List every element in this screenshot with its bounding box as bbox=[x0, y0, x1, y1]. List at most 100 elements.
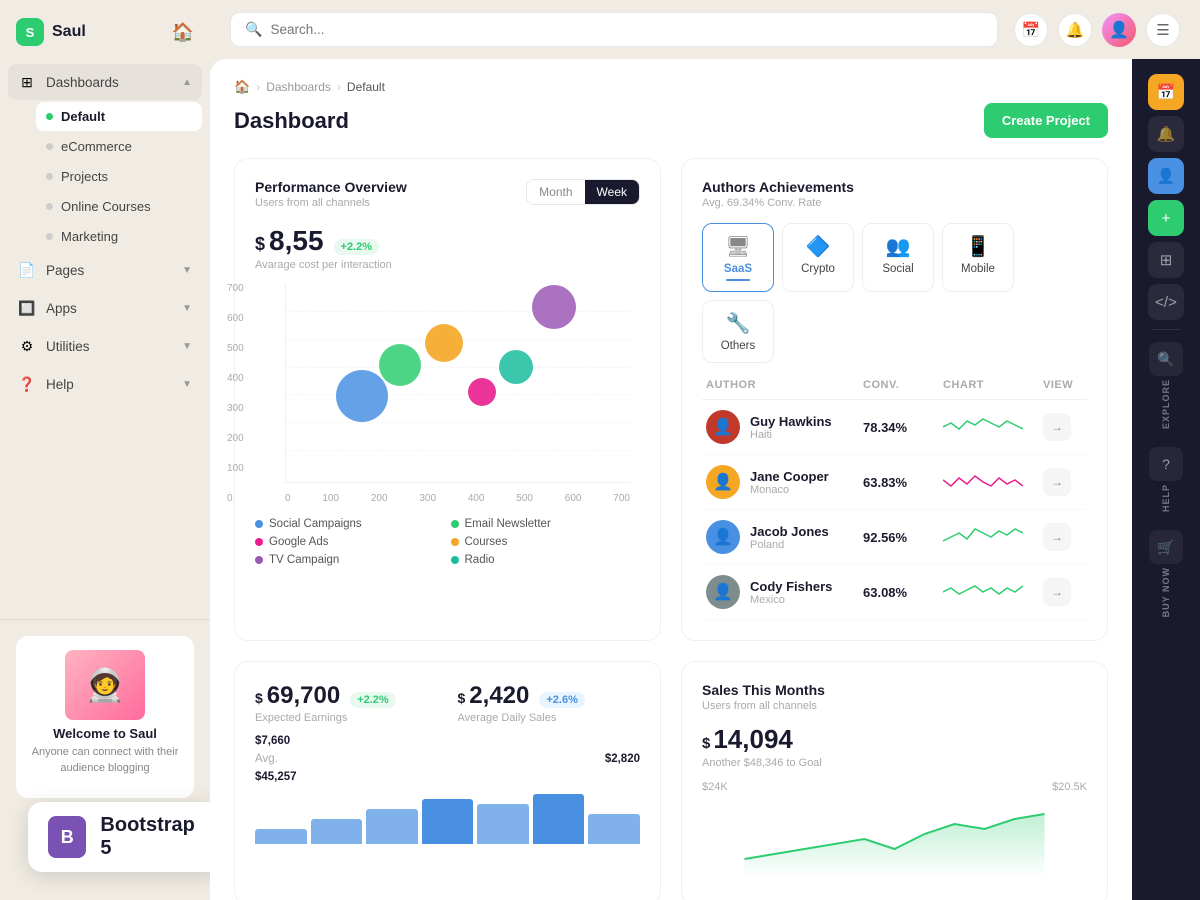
create-project-button[interactable]: Create Project bbox=[984, 103, 1108, 138]
sidebar-item-projects[interactable]: Projects bbox=[36, 162, 202, 191]
tab-social[interactable]: 👥 Social bbox=[862, 223, 934, 292]
view-button[interactable]: → bbox=[1043, 578, 1071, 606]
table-row: 👤 Jane Cooper Monaco 63.83% → bbox=[702, 455, 1087, 510]
author-country: Monaco bbox=[750, 484, 829, 496]
projects-label: Projects bbox=[61, 169, 108, 184]
num-val2: $2,820 bbox=[605, 753, 640, 765]
performance-card: Performance Overview Users from all chan… bbox=[234, 158, 661, 641]
others-label: Others bbox=[721, 340, 756, 352]
rs-grid-btn[interactable]: ⊞ bbox=[1148, 242, 1184, 278]
pages-label: Pages bbox=[46, 263, 84, 278]
sidebar-item-apps[interactable]: 🔲 Apps ▼ bbox=[8, 290, 202, 326]
earn-value1: 69,700 bbox=[267, 682, 340, 710]
earn-currency2: $ bbox=[458, 690, 466, 706]
dashboards-label: Dashboards bbox=[46, 75, 119, 90]
legend-email-label: Email Newsletter bbox=[465, 518, 551, 530]
sidebar-item-ecommerce[interactable]: eCommerce bbox=[36, 132, 202, 161]
sidebar-item-default[interactable]: Default bbox=[36, 102, 202, 131]
explore-action[interactable]: 🔍 Explore bbox=[1149, 336, 1183, 441]
conv-value: 92.56% bbox=[863, 530, 943, 545]
legend-email: Email Newsletter bbox=[451, 518, 641, 530]
sales-amount: $ 14,094 bbox=[702, 724, 1087, 755]
help-icon: ? bbox=[1149, 447, 1183, 481]
bubble-social bbox=[336, 370, 388, 422]
welcome-subtitle: Anyone can connect with their audience b… bbox=[30, 745, 180, 776]
logo-icon: S bbox=[16, 18, 44, 46]
utilities-label: Utilities bbox=[46, 339, 90, 354]
user-avatar[interactable]: 👤 bbox=[1102, 13, 1136, 47]
crypto-icon: 🔷 bbox=[806, 234, 831, 259]
metric-number: 8,55 bbox=[269, 225, 324, 257]
tab-saas[interactable]: 🖥 SaaS bbox=[702, 223, 774, 292]
buynow-action[interactable]: 🛒 Buy now bbox=[1149, 524, 1183, 629]
pages-icon: 📄 bbox=[18, 261, 36, 279]
earn-badge2: +2.6% bbox=[539, 692, 585, 708]
tab-crypto[interactable]: 🔷 Crypto bbox=[782, 223, 854, 292]
search-input[interactable] bbox=[270, 22, 983, 37]
sidebar-item-online-courses[interactable]: Online Courses bbox=[36, 192, 202, 221]
view-button[interactable]: → bbox=[1043, 413, 1071, 441]
topbar-bell-btn[interactable]: 🔔 bbox=[1058, 13, 1092, 47]
sidebar-header: S Saul 🏠 bbox=[0, 0, 210, 64]
num-val3: $45,257 bbox=[255, 771, 297, 783]
pin-icon[interactable]: 🏠 bbox=[172, 22, 194, 43]
metric-value: $ 8,55 +2.2% bbox=[255, 225, 379, 257]
sidebar-item-marketing[interactable]: Marketing bbox=[36, 222, 202, 251]
metric-badge: +2.2% bbox=[334, 239, 380, 255]
table-row: 👤 Cody Fishers Mexico 63.08% → bbox=[702, 565, 1087, 620]
sales-title: Sales This Months bbox=[702, 682, 1087, 698]
rs-code-btn[interactable]: </> bbox=[1148, 284, 1184, 320]
tab-others[interactable]: 🔧 Others bbox=[702, 300, 774, 363]
rs-plus-btn[interactable]: + bbox=[1148, 200, 1184, 236]
view-button[interactable]: → bbox=[1043, 523, 1071, 551]
topbar: 🔍 📅 🔔 👤 ☰ bbox=[210, 0, 1200, 59]
tab-mobile[interactable]: 📱 Mobile bbox=[942, 223, 1014, 292]
social-label: Social bbox=[882, 263, 913, 275]
earnings-row: $ 69,700 +2.2% Expected Earnings $ 2,420… bbox=[255, 682, 640, 724]
content-main: 🏠 › Dashboards › Default Dashboard Creat… bbox=[210, 59, 1132, 900]
dot-icon bbox=[46, 233, 53, 240]
topbar-menu-btn[interactable]: ☰ bbox=[1146, 13, 1180, 47]
bootstrap-label: Bootstrap 5 bbox=[100, 814, 202, 860]
search-box[interactable]: 🔍 bbox=[230, 12, 998, 47]
help-label: Help bbox=[46, 377, 74, 392]
author-name: Cody Fishers bbox=[750, 579, 832, 594]
author-country: Haiti bbox=[750, 429, 832, 441]
welcome-title: Welcome to Saul bbox=[30, 726, 180, 741]
rs-user-btn[interactable]: 👤 bbox=[1148, 158, 1184, 194]
dot-icon bbox=[46, 173, 53, 180]
breadcrumb-dashboards[interactable]: Dashboards bbox=[266, 80, 331, 94]
marketing-label: Marketing bbox=[61, 229, 118, 244]
view-button[interactable]: → bbox=[1043, 468, 1071, 496]
apps-label: Apps bbox=[46, 301, 77, 316]
period-week-btn[interactable]: Week bbox=[585, 180, 639, 204]
bootstrap-icon: B bbox=[48, 816, 86, 858]
home-icon[interactable]: 🏠 bbox=[234, 79, 250, 95]
conv-rate: Avg. 69.34% Conv. Rate bbox=[702, 197, 854, 209]
chevron-down-icon: ▼ bbox=[182, 341, 192, 352]
sidebar-item-pages[interactable]: 📄 Pages ▼ bbox=[8, 252, 202, 288]
bar bbox=[422, 799, 474, 844]
help-action[interactable]: ? Help bbox=[1149, 441, 1183, 524]
earn-currency1: $ bbox=[255, 690, 263, 706]
sparkline-chart bbox=[943, 413, 1023, 441]
sales-currency: $ bbox=[702, 735, 710, 752]
sales-card: Sales This Months Users from all channel… bbox=[681, 661, 1108, 900]
rs-calendar-btn[interactable]: 📅 bbox=[1148, 74, 1184, 110]
sidebar-item-help[interactable]: ❓ Help ▼ bbox=[8, 366, 202, 402]
legend-radio: Radio bbox=[451, 554, 641, 566]
period-month-btn[interactable]: Month bbox=[527, 180, 584, 204]
author-country: Poland bbox=[750, 539, 829, 551]
legend-social-label: Social Campaigns bbox=[269, 518, 362, 530]
help-label: Help bbox=[1161, 484, 1171, 512]
saas-icon: 🖥 bbox=[725, 234, 750, 259]
topbar-calendar-btn[interactable]: 📅 bbox=[1014, 13, 1048, 47]
online-courses-label: Online Courses bbox=[61, 199, 151, 214]
bubble-radio bbox=[499, 350, 533, 384]
sidebar-item-utilities[interactable]: ⚙ Utilities ▼ bbox=[8, 328, 202, 364]
sidebar-item-dashboards[interactable]: ⊞ Dashboards ▲ bbox=[8, 64, 202, 100]
mobile-label: Mobile bbox=[961, 263, 995, 275]
utilities-icon: ⚙ bbox=[18, 337, 36, 355]
list-item: $45,257 bbox=[255, 768, 640, 786]
rs-bell-btn[interactable]: 🔔 bbox=[1148, 116, 1184, 152]
